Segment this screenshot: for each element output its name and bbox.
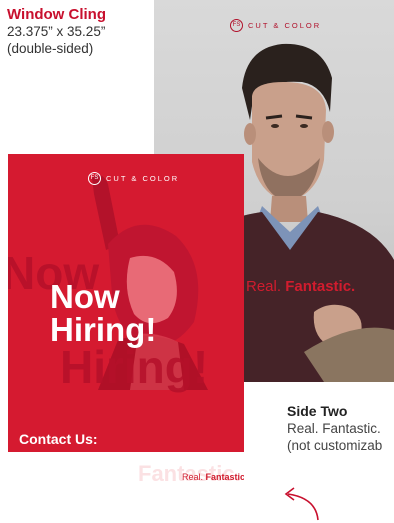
- side-two-info: Side Two Real. Fantastic. (not customiza…: [287, 403, 382, 454]
- brand-name: CUT & COLOR: [248, 21, 322, 30]
- headline-line-1: Now: [50, 278, 120, 315]
- brand-name: CUT & COLOR: [106, 174, 180, 183]
- front-tagline: Real. Fantastic.: [182, 472, 244, 482]
- side-two-title: Side Two: [287, 403, 348, 419]
- side-two-note: (not customizab: [287, 438, 383, 453]
- curved-arrow-icon: [284, 487, 319, 521]
- back-brand-logo: FS CUT & COLOR: [230, 19, 321, 32]
- fs-logo-icon: FS: [88, 172, 101, 185]
- window-cling-info: Window Cling 23.375” x 35.25” (double-si…: [7, 6, 106, 57]
- fs-logo-icon: FS: [230, 19, 243, 32]
- front-brand-logo: FS CUT & COLOR: [88, 172, 179, 185]
- tagline-bold: Fantastic.: [205, 472, 244, 482]
- poster-side-one: FS CUT & COLOR Now Hiring! Now Hiring! C…: [8, 154, 244, 522]
- product-dimensions: 23.375” x 35.25”: [7, 24, 106, 39]
- tagline-light: Real.: [246, 278, 286, 295]
- contact-label: Contact Us:: [19, 431, 98, 447]
- product-note: (double-sided): [7, 41, 94, 56]
- product-title: Window Cling: [7, 6, 107, 23]
- headline-line-2: Hiring!: [50, 311, 157, 348]
- tagline-bold: Fantastic.: [285, 278, 356, 295]
- ghost-headline-2: Hiring!: [60, 341, 209, 393]
- back-tagline: Real. Fantastic.: [246, 278, 355, 295]
- hiring-headline: Now Hiring!: [50, 280, 156, 346]
- tagline-light: Real.: [182, 472, 206, 482]
- side-two-description: Real. Fantastic.: [287, 421, 381, 436]
